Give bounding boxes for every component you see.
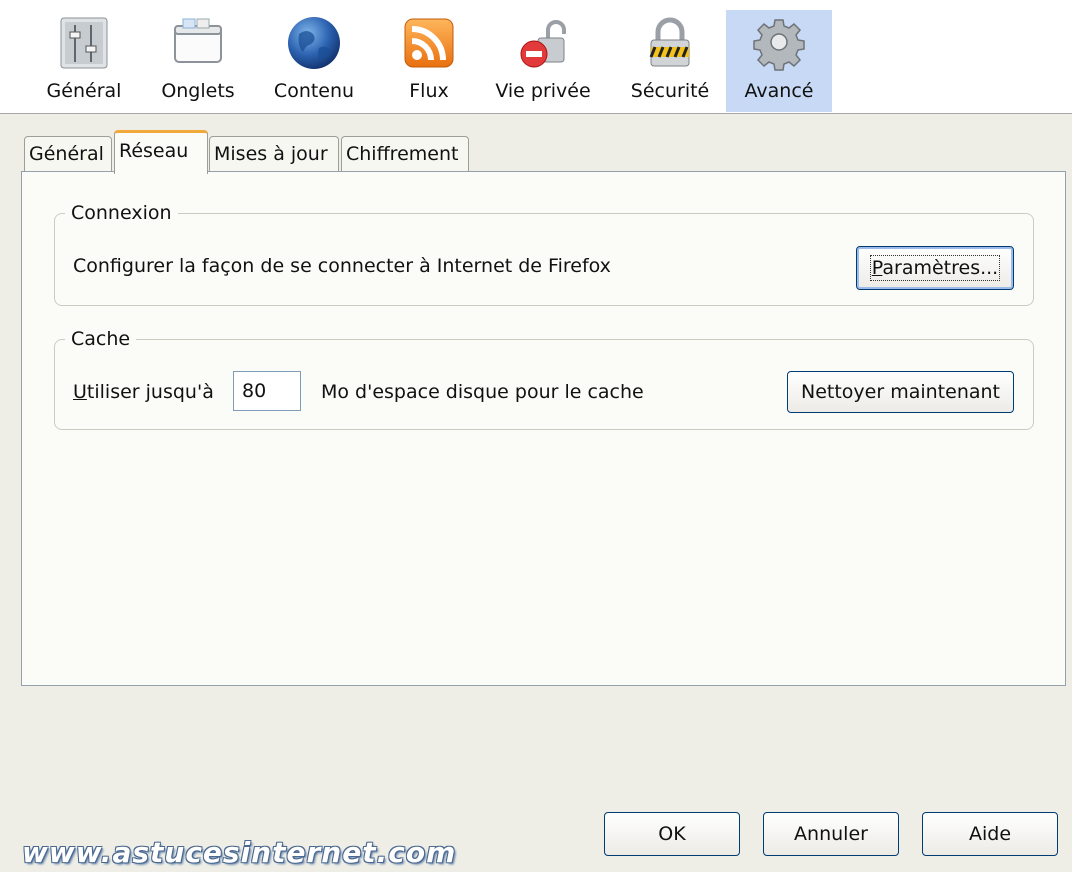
cache-size-input[interactable] [233,371,301,411]
tab-updates[interactable]: Mises à jour [209,136,339,172]
connexion-description: Configurer la façon de se connecter à In… [73,255,611,277]
toolbar-label: Vie privée [495,80,591,102]
tab-label: Chiffrement [346,143,459,165]
label-rest: tiliser jusqu'à [86,381,214,403]
rss-feed-icon [404,18,454,68]
connexion-legend: Connexion [71,202,172,224]
cancel-button[interactable]: Annuler [763,812,899,856]
toolbar-label: Général [46,80,122,102]
toolbar-label: Onglets [161,80,235,102]
help-button[interactable]: Aide [922,812,1058,856]
preferences-toolbar: Général Onglets Contenu Flux Vie privée … [0,0,1072,114]
cache-size-label: Utiliser jusqu'à [73,381,214,403]
toolbar-label: Contenu [273,80,355,102]
network-panel: Connexion Configurer la façon de se conn… [21,171,1066,686]
toolbar-item-feeds[interactable]: Flux [377,10,481,112]
toolbar-item-general[interactable]: Général [32,10,136,112]
privacy-lock-icon [520,20,566,68]
toolbar-item-privacy[interactable]: Vie privée [491,10,595,112]
tab-network[interactable]: Réseau [114,130,208,174]
accesskey: U [73,381,87,403]
connection-settings-button[interactable]: Paramètres... [856,246,1014,290]
tab-label: Réseau [119,140,189,162]
ok-button[interactable]: OK [604,812,740,856]
label-rest: aramètres... [882,257,999,279]
accesskey: P [871,257,883,279]
button-label: OK [658,823,686,845]
toolbar-item-advanced[interactable]: Avancé [726,10,832,112]
tab-label: Mises à jour [214,143,328,165]
toolbar-item-security[interactable]: Sécurité [618,10,722,112]
watermark-text: www.astucesinternet.com [22,836,457,869]
button-label: Aide [968,823,1012,845]
tab-label: Général [29,143,104,165]
security-padlock-icon [649,17,690,67]
tab-encryption[interactable]: Chiffrement [341,136,469,172]
button-label: Annuler [794,823,868,845]
cache-legend: Cache [71,328,131,350]
tabs-window-icon [174,18,222,63]
toolbar-label: Sécurité [630,80,710,102]
general-panel-icon [60,17,108,69]
toolbar-item-tabs[interactable]: Onglets [146,10,250,112]
clear-cache-button[interactable]: Nettoyer maintenant [787,371,1014,413]
toolbar-label: Flux [409,80,449,102]
button-label: Paramètres... [869,255,1001,281]
cache-size-suffix: Mo d'espace disque pour le cache [321,381,644,403]
button-label: Nettoyer maintenant [801,381,1000,403]
globe-icon [288,17,340,69]
tab-general[interactable]: Général [24,136,112,172]
toolbar-item-content[interactable]: Contenu [262,10,366,112]
toolbar-label: Avancé [744,80,814,102]
gear-icon [753,19,805,71]
